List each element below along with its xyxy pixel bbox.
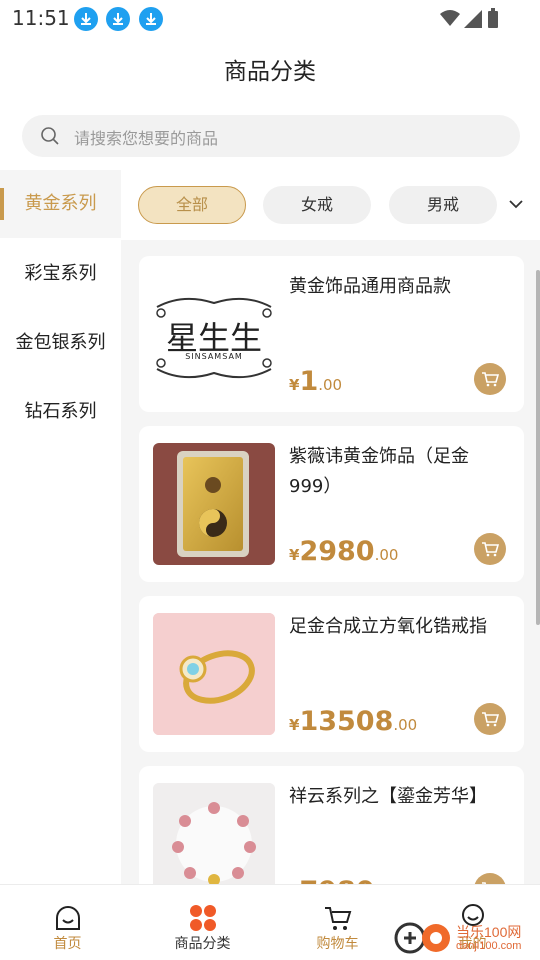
signal-icon [464,10,482,28]
sidebar-item-gold[interactable]: 黄金系列 [0,170,121,238]
product-image-gold-bar [153,443,275,565]
cart-icon [482,372,499,387]
logo-subtext: SINSAMSAM [185,352,243,361]
watermark-text: 当乐100网 [456,924,522,940]
active-indicator [0,188,4,220]
product-title: 足金合成立方氧化锆戒指 [289,616,487,637]
category-grid-icon [190,905,216,931]
add-to-cart-button[interactable] [474,533,506,565]
search-input[interactable]: 请搜索您想要的商品 [22,115,520,157]
product-price: ¥7980 [289,876,374,884]
download-icon [139,7,163,31]
product-list-area: 全部 女戒 男戒 星生生 SINSAMSAM 黄金饰品通用商品款 ¥1.00 紫… [121,170,540,884]
watermark: 当乐100网 danji100.com [390,910,540,960]
status-time: 11:51 [12,6,70,30]
sidebar-item-label: 黄金系列 [24,193,97,214]
wifi-icon [440,10,460,26]
product-image-logo: 星生生 SINSAMSAM [153,273,275,395]
cart-icon [482,542,499,557]
category-sidebar: 黄金系列 彩宝系列 金包银系列 钻石系列 [0,170,121,884]
sidebar-item-diamond[interactable]: 钻石系列 [0,378,121,446]
page-header: 商品分类 [0,38,540,100]
product-card[interactable]: 紫薇讳黄金饰品（足金999） ¥2980.00 [139,426,524,582]
scrollbar[interactable] [536,270,540,625]
cart-icon [325,907,352,930]
add-to-cart-button[interactable] [474,363,506,395]
watermark-subtext: danji100.com [456,940,522,952]
filter-chip-mens-ring[interactable]: 男戒 [389,186,497,224]
product-price: ¥2980.00 [289,536,399,567]
cart-icon [482,712,499,727]
status-bar: 11:51 [0,0,540,38]
product-title: 紫薇讳黄金饰品（足金999） [289,446,469,497]
sidebar-item-label: 钻石系列 [24,401,97,422]
add-to-cart-button[interactable] [474,873,506,884]
nav-label: 商品分类 [174,936,231,952]
search-icon [41,127,59,145]
battery-icon [488,11,498,28]
filter-chip-row: 全部 女戒 男戒 [121,170,540,240]
download-icon [74,7,98,31]
sidebar-item-label: 彩宝系列 [24,263,97,284]
nav-item-cart[interactable]: 购物车 [270,885,405,960]
product-title: 祥云系列之【鎏金芳华】 [289,786,487,807]
nav-label: 购物车 [316,936,359,952]
chevron-down-icon[interactable] [508,196,524,212]
sidebar-item-gemstone[interactable]: 彩宝系列 [0,240,121,308]
system-status-icons [440,8,498,28]
page-title: 商品分类 [224,59,316,85]
product-price: ¥1.00 [289,366,343,397]
nav-item-home[interactable]: 首页 [0,885,135,960]
filter-chip-womens-ring[interactable]: 女戒 [263,186,371,224]
home-smile-icon [56,906,80,930]
add-to-cart-button[interactable] [474,703,506,735]
product-image-bracelet [153,783,275,884]
sidebar-item-gold-plated-silver[interactable]: 金包银系列 [0,309,121,377]
search-placeholder: 请搜索您想要的商品 [74,129,219,148]
product-image-ring [153,613,275,735]
product-price: ¥13508.00 [289,706,418,737]
sidebar-item-label: 金包银系列 [15,332,106,353]
watermark-logo-icon [394,922,450,954]
nav-label: 首页 [53,936,82,952]
product-card[interactable]: 足金合成立方氧化锆戒指 ¥13508.00 [139,596,524,752]
product-card[interactable]: 星生生 SINSAMSAM 黄金饰品通用商品款 ¥1.00 [139,256,524,412]
product-card[interactable]: 祥云系列之【鎏金芳华】 ¥7980 [139,766,524,884]
product-title: 黄金饰品通用商品款 [289,276,451,297]
filter-chip-all[interactable]: 全部 [138,186,246,224]
nav-item-category[interactable]: 商品分类 [135,885,270,960]
download-icon [106,7,130,31]
